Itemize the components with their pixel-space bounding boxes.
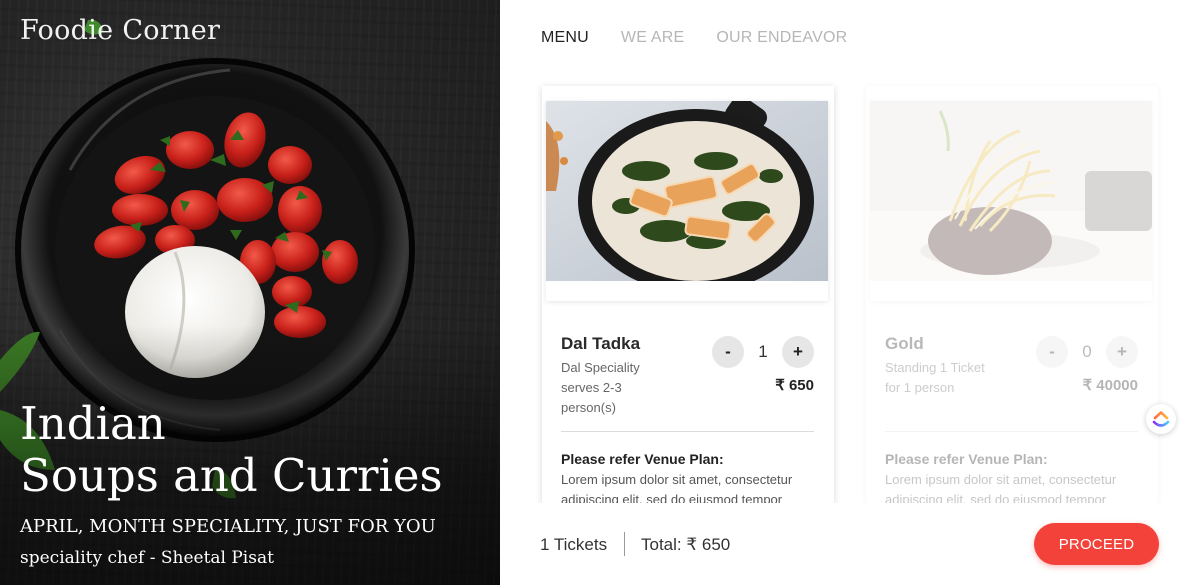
- card-image-frame: [870, 101, 1152, 301]
- decrement-button[interactable]: -: [1036, 336, 1068, 368]
- venue-plan-title: Please refer Venue Plan:: [561, 451, 724, 467]
- venue-plan-text: Lorem ipsum dolor sit amet, consectetur …: [561, 472, 793, 506]
- quantity-stepper: - 1 +: [712, 336, 814, 368]
- quantity-stepper: - 0 +: [1036, 336, 1138, 368]
- hero-title-line-1: Indian: [20, 397, 166, 450]
- hero-title: Indian Soups and Curries: [20, 398, 490, 502]
- ticket-count: 1 Tickets: [540, 535, 608, 554]
- order-total: Total: ₹ 650: [641, 535, 731, 554]
- card-divider: [561, 431, 814, 432]
- checkout-bar: 1 Tickets Total: ₹ 650 PROCEED: [500, 503, 1199, 585]
- increment-button[interactable]: +: [782, 336, 814, 368]
- menu-card-dal-tadka: Dal Tadka Dal Speciality serves 2-3 pers…: [542, 86, 834, 506]
- nav-item-we-are[interactable]: WE ARE: [621, 29, 684, 47]
- item-price: ₹ 40000: [1082, 377, 1138, 394]
- card-divider: [885, 431, 1138, 432]
- brand-logo-text[interactable]: Foodie Corner: [20, 15, 220, 46]
- decrement-button[interactable]: -: [712, 336, 744, 368]
- clickup-logo-icon-svg: [1152, 411, 1170, 427]
- top-nav: MENU WE ARE OUR ENDEAVOR: [541, 29, 847, 47]
- item-description: Standing 1 Ticket for 1 person: [885, 360, 985, 395]
- item-name: Dal Tadka: [561, 334, 641, 353]
- dish-image-dal-tadka: [546, 101, 828, 281]
- summary-divider: [624, 532, 625, 556]
- clickup-logo-icon[interactable]: [1146, 404, 1176, 434]
- quantity-value: 0: [1082, 342, 1092, 361]
- card-image-frame: [546, 101, 828, 301]
- nav-item-menu[interactable]: MENU: [541, 29, 589, 47]
- proceed-button[interactable]: PROCEED: [1034, 523, 1159, 565]
- item-price: ₹ 650: [775, 377, 814, 394]
- hero-chef-credit: speciality chef - Sheetal Pisat: [20, 548, 274, 568]
- nav-item-our-endeavor[interactable]: OUR ENDEAVOR: [716, 29, 847, 47]
- dessert-image: [870, 101, 1152, 281]
- hero-title-line-2: Soups and Curries: [20, 449, 443, 502]
- skillet-image: [546, 101, 828, 281]
- venue-plan-title: Please refer Venue Plan:: [885, 451, 1048, 467]
- item-name: Gold: [885, 334, 924, 353]
- hero-subtitle: APRIL, MONTH SPECIALITY, JUST FOR YOU: [20, 516, 436, 537]
- quantity-value: 1: [758, 342, 768, 361]
- item-description: Dal Speciality serves 2-3 person(s): [561, 360, 640, 415]
- dish-image-gold: [870, 101, 1152, 281]
- menu-card-gold: Gold Standing 1 Ticket for 1 person - 0 …: [866, 86, 1158, 506]
- hero-panel: Foodie Corner Indian Soups and Curries A…: [0, 0, 500, 585]
- venue-plan-text: Lorem ipsum dolor sit amet, consectetur …: [885, 472, 1117, 506]
- increment-button[interactable]: +: [1106, 336, 1138, 368]
